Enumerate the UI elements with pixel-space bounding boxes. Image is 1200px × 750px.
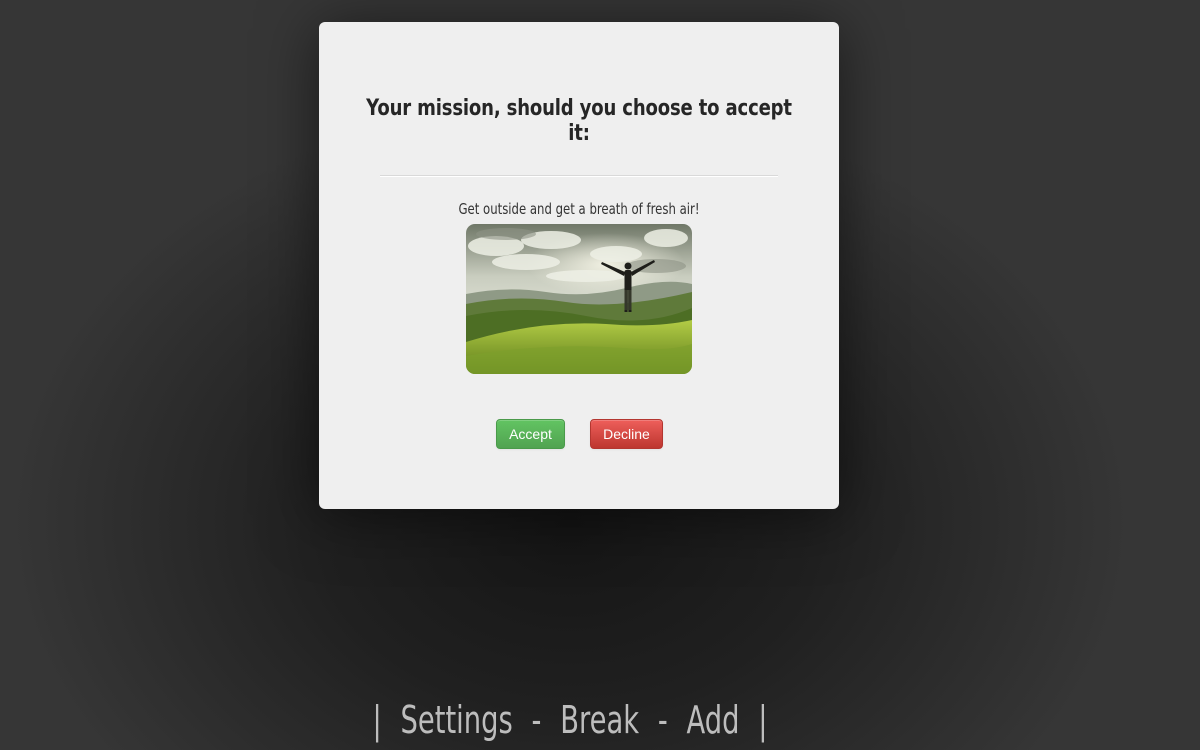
nav-break-link[interactable]: Break	[560, 698, 639, 742]
mission-message: Get outside and get a breath of fresh ai…	[458, 200, 700, 218]
title-divider	[380, 175, 778, 177]
mission-dialog: Your mission, should you choose to accep…	[319, 22, 839, 509]
dialog-title: Your mission, should you choose to accep…	[366, 96, 792, 146]
accept-button[interactable]: Accept	[496, 419, 565, 449]
nav-separator: -	[531, 698, 542, 742]
bottom-nav: | Settings - Break - Add |	[160, 698, 981, 742]
nav-separator: -	[657, 698, 668, 742]
nav-right-bar: |	[758, 698, 768, 742]
nav-add-link[interactable]: Add	[687, 698, 740, 742]
nav-left-bar: |	[372, 698, 382, 742]
nav-settings-link[interactable]: Settings	[401, 698, 513, 742]
mission-photo	[466, 224, 692, 374]
decline-button[interactable]: Decline	[590, 419, 663, 449]
